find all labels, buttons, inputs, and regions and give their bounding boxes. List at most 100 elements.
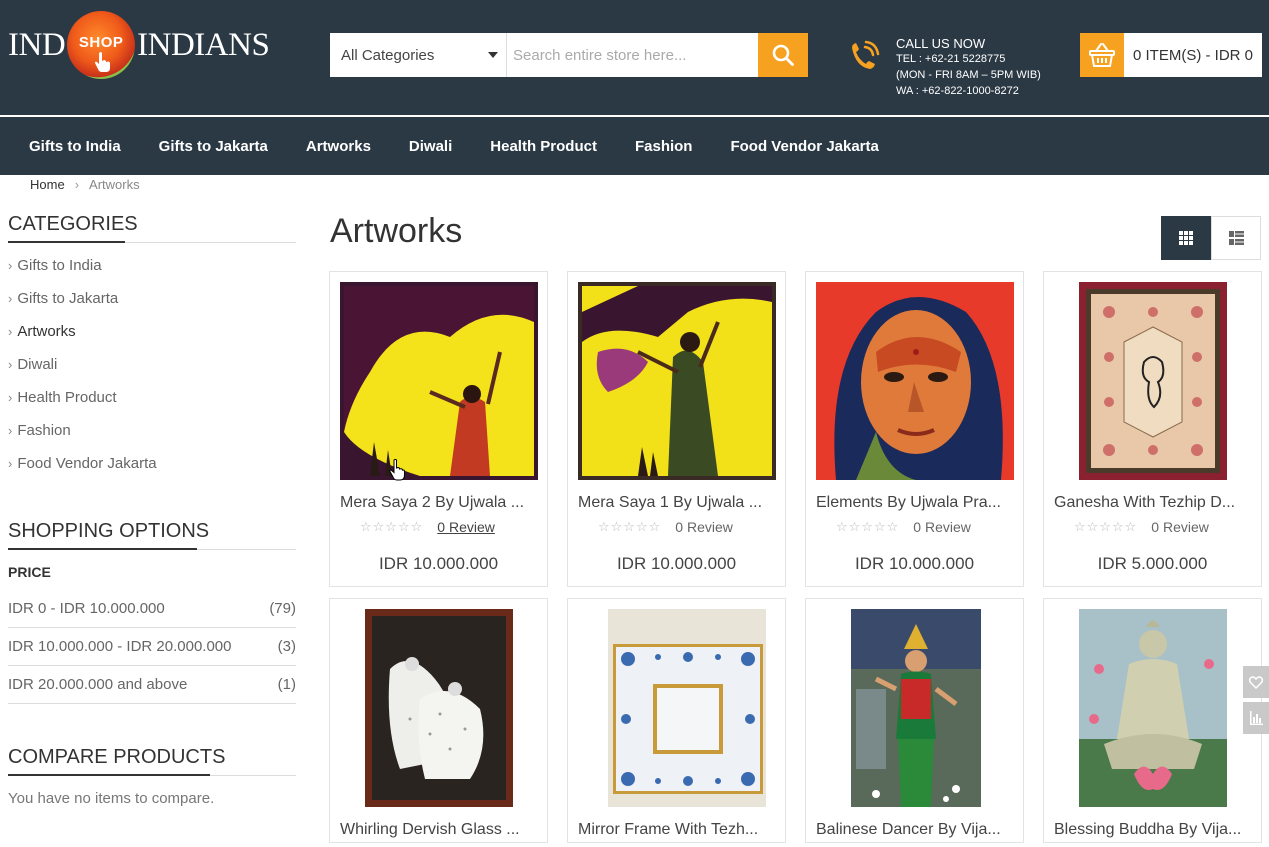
product-card[interactable]: Elements By Ujwala Pra... ☆☆☆☆☆ 0 Review…	[805, 271, 1024, 587]
category-select-value: All Categories	[341, 46, 435, 64]
call-tel: TEL : +62-21 5228775	[896, 53, 1006, 65]
wishlist-button[interactable]	[1243, 666, 1269, 698]
chevron-right-icon: ›	[8, 324, 13, 339]
price-range-2[interactable]: IDR 20.000.000 and above (1)	[8, 666, 296, 704]
grid-icon	[1179, 231, 1193, 245]
price-range-count: (79)	[269, 600, 296, 617]
nav-artworks[interactable]: Artworks	[306, 138, 371, 155]
phone-icon	[852, 40, 880, 69]
product-rating: ☆☆☆☆☆ 0 Review	[598, 519, 733, 535]
nav-gifts-to-jakarta[interactable]: Gifts to Jakarta	[159, 138, 268, 155]
heart-icon	[1249, 675, 1263, 689]
product-name[interactable]: Whirling Dervish Glass ...	[340, 821, 540, 839]
product-image[interactable]	[1054, 282, 1252, 480]
product-image[interactable]	[1054, 609, 1252, 807]
product-image[interactable]	[578, 282, 776, 480]
chevron-right-icon: ›	[8, 456, 13, 471]
nav-gifts-to-india[interactable]: Gifts to India	[29, 138, 121, 155]
chevron-right-icon: ›	[8, 258, 13, 273]
list-icon	[1228, 231, 1244, 245]
category-gifts-to-india[interactable]: › Gifts to India	[8, 256, 296, 289]
nav-fashion[interactable]: Fashion	[635, 138, 693, 155]
category-gifts-to-jakarta[interactable]: › Gifts to Jakarta	[8, 289, 296, 322]
product-card[interactable]: Mera Saya 1 By Ujwala ... ☆☆☆☆☆ 0 Review…	[567, 271, 786, 587]
price-range-count: (1)	[277, 676, 296, 693]
product-name[interactable]: Blessing Buddha By Vija...	[1054, 821, 1254, 839]
compare-products-title: COMPARE PRODUCTS	[8, 746, 296, 776]
site-header: IND SHOP INDIANS All Categories Search e…	[0, 0, 1269, 115]
category-label: Health Product	[17, 389, 117, 406]
category-list: › Gifts to India › Gifts to Jakarta › Artwo…	[8, 256, 296, 487]
grid-view-button[interactable]	[1161, 216, 1211, 260]
product-card[interactable]: Mera Saya 2 By Ujwala ... ☆☆☆☆☆ 0 Review…	[329, 271, 548, 587]
product-price: IDR 10.000.000	[616, 554, 737, 573]
price-range-0[interactable]: IDR 0 - IDR 10.000.000 (79)	[8, 590, 296, 628]
search-input[interactable]	[507, 33, 758, 77]
product-image[interactable]	[816, 282, 1014, 480]
chevron-right-icon: ›	[8, 390, 13, 405]
category-artworks[interactable]: › Artworks	[8, 322, 296, 355]
compare-button[interactable]	[1243, 702, 1269, 734]
chevron-right-icon: ›	[8, 291, 13, 306]
product-name[interactable]: Balinese Dancer By Vija...	[816, 821, 1016, 839]
category-label: Fashion	[17, 422, 71, 439]
product-card[interactable]: Mirror Frame With Tezh...	[567, 598, 786, 843]
category-select[interactable]: All Categories	[330, 33, 507, 77]
product-card[interactable]: Whirling Dervish Glass ...	[329, 598, 548, 843]
price-range-1[interactable]: IDR 10.000.000 - IDR 20.000.000 (3)	[8, 628, 296, 666]
nav-diwali[interactable]: Diwali	[409, 138, 452, 155]
caret-down-icon	[488, 52, 498, 58]
product-name[interactable]: Mera Saya 1 By Ujwala ...	[578, 494, 778, 512]
cart-summary: 0 ITEM(S) - IDR 0	[1132, 46, 1253, 64]
call-wa: WA : +62-822-1000-8272	[896, 85, 1019, 97]
product-image[interactable]	[578, 609, 776, 807]
call-us-block: CALL US NOW TEL : +62-21 5228775 (MON - …	[844, 36, 1041, 99]
chevron-right-icon: ›	[8, 357, 13, 372]
mini-cart[interactable]: 0 ITEM(S) - IDR 0	[1080, 33, 1262, 77]
product-card[interactable]: Ganesha With Tezhip D... ☆☆☆☆☆ 0 Review …	[1043, 271, 1262, 587]
chevron-right-icon: ›	[8, 423, 13, 438]
categories-title: CATEGORIES	[8, 213, 296, 243]
nav-food-vendor-jakarta[interactable]: Food Vendor Jakarta	[730, 138, 878, 155]
category-diwali[interactable]: › Diwali	[8, 355, 296, 388]
product-image[interactable]	[340, 282, 538, 480]
category-fashion[interactable]: › Fashion	[8, 421, 296, 454]
search-button[interactable]	[758, 33, 808, 77]
category-health-product[interactable]: › Health Product	[8, 388, 296, 421]
product-price: IDR 10.000.000	[378, 554, 499, 573]
site-logo[interactable]: IND SHOP INDIANS	[8, 10, 270, 80]
product-rating: ☆☆☆☆☆ 0 Review	[836, 519, 971, 535]
review-link[interactable]: 0 Review	[1151, 519, 1209, 535]
breadcrumb-current: Artworks	[89, 177, 140, 192]
price-range-label: IDR 20.000.000 and above	[8, 676, 188, 693]
category-label: Gifts to Jakarta	[17, 290, 119, 307]
category-label: Diwali	[17, 356, 58, 373]
review-link[interactable]: 0 Review	[675, 519, 733, 535]
product-rating: ☆☆☆☆☆ 0 Review	[1074, 519, 1209, 535]
review-link[interactable]: 0 Review	[913, 519, 971, 535]
list-view-button[interactable]	[1211, 216, 1261, 260]
category-food-vendor-jakarta[interactable]: › Food Vendor Jakarta	[8, 454, 296, 487]
nav-health-product[interactable]: Health Product	[490, 138, 597, 155]
product-name[interactable]: Elements By Ujwala Pra...	[816, 494, 1016, 512]
category-label: Food Vendor Jakarta	[17, 455, 157, 472]
search-icon	[772, 44, 794, 66]
product-name[interactable]: Mera Saya 2 By Ujwala ...	[340, 494, 540, 512]
product-rating: ☆☆☆☆☆ 0 Review	[360, 519, 495, 535]
breadcrumb-home[interactable]: Home	[30, 177, 65, 192]
product-name[interactable]: Ganesha With Tezhip D...	[1054, 494, 1254, 512]
product-image[interactable]	[816, 609, 1014, 807]
product-name[interactable]: Mirror Frame With Tezh...	[578, 821, 778, 839]
compare-empty-message: You have no items to compare.	[8, 790, 215, 807]
review-link[interactable]: 0 Review	[437, 519, 495, 535]
category-label: Gifts to India	[17, 257, 102, 274]
rating-stars-icon: ☆☆☆☆☆	[360, 519, 424, 534]
floating-tools	[1243, 666, 1269, 738]
main-nav: Gifts to India Gifts to Jakarta Artworks…	[0, 117, 1269, 175]
logo-ball-text: SHOP	[78, 33, 124, 51]
product-image[interactable]	[340, 609, 538, 807]
price-range-count: (3)	[277, 638, 296, 655]
product-card[interactable]: Balinese Dancer By Vija...	[805, 598, 1024, 843]
logo-text-left: IND	[8, 26, 66, 63]
product-card[interactable]: Blessing Buddha By Vija...	[1043, 598, 1262, 843]
